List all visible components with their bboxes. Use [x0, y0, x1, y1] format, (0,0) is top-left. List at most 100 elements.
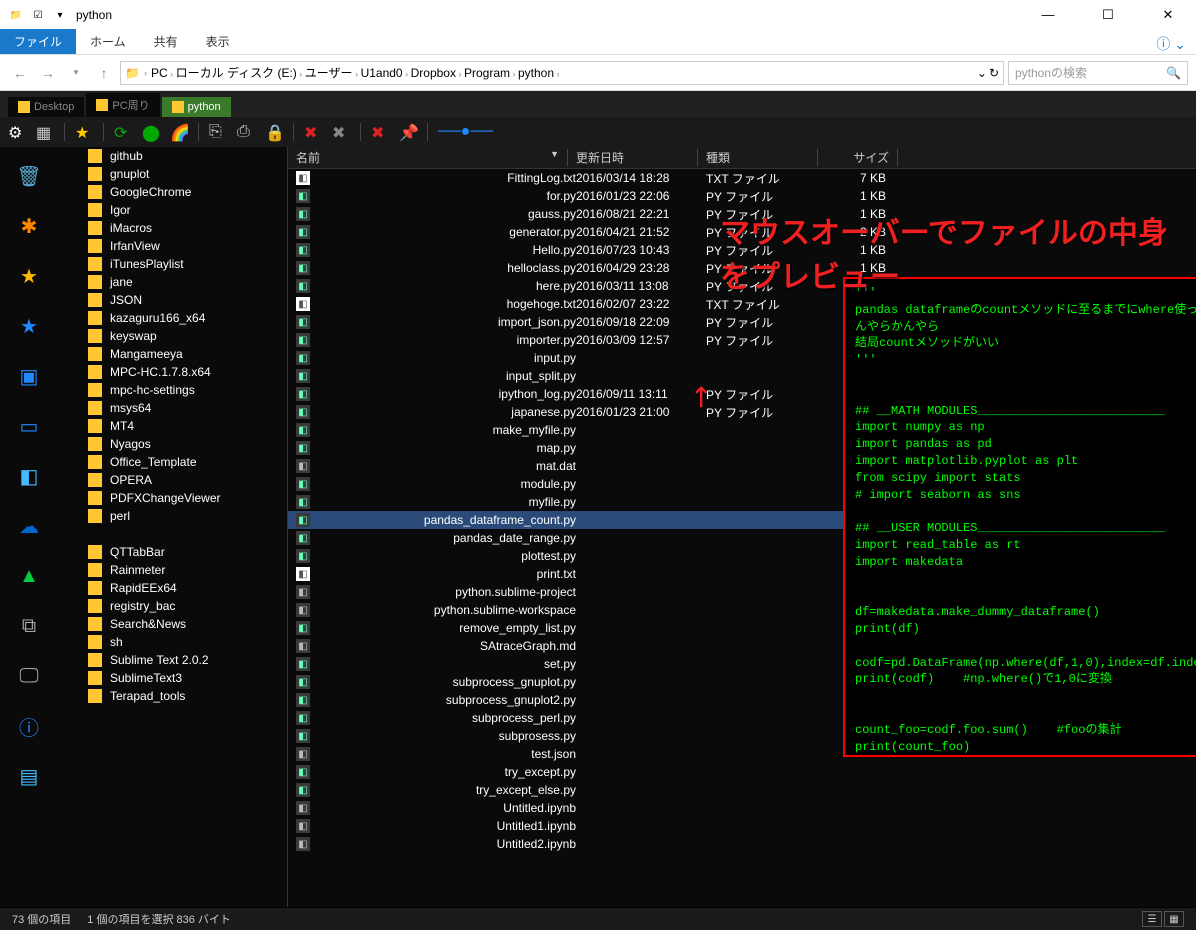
- file-row[interactable]: ◧Untitled.ipynb: [288, 799, 1196, 817]
- help-icon[interactable]: ⓘ ⌄: [1156, 34, 1186, 54]
- folder-tab[interactable]: python: [162, 97, 231, 117]
- nav-folder-item[interactable]: Rainmeter: [58, 561, 287, 579]
- folder-tab[interactable]: PC周り: [86, 93, 159, 117]
- breadcrumb-segment[interactable]: PC: [151, 66, 168, 80]
- nav-folder-item[interactable]: [58, 525, 287, 543]
- view-details-icon[interactable]: ☰: [1142, 911, 1162, 927]
- sidebar-app-icon[interactable]: ☁: [14, 511, 44, 541]
- nav-folder-item[interactable]: JSON: [58, 291, 287, 309]
- nav-folder-item[interactable]: Mangameeya: [58, 345, 287, 363]
- nav-folder-item[interactable]: mpc-hc-settings: [58, 381, 287, 399]
- nav-folder-item[interactable]: MT4: [58, 417, 287, 435]
- breadcrumb-segment[interactable]: ユーザー: [305, 66, 353, 80]
- nav-folder-item[interactable]: SublimeText3: [58, 669, 287, 687]
- folder-tab[interactable]: Desktop: [8, 97, 84, 117]
- sidebar-app-icon[interactable]: ▲: [14, 561, 44, 591]
- nav-folder-item[interactable]: RapidEEx64: [58, 579, 287, 597]
- sidebar-app-icon[interactable]: ✱: [14, 211, 44, 241]
- minimize-button[interactable]: —: [1028, 7, 1068, 23]
- close-button[interactable]: ✕: [1148, 7, 1188, 23]
- nav-folder-item[interactable]: OPERA: [58, 471, 287, 489]
- cut-icon[interactable]: ✖: [371, 123, 389, 141]
- nav-folder-item[interactable]: iMacros: [58, 219, 287, 237]
- delete-icon[interactable]: ✖: [304, 123, 322, 141]
- nav-folder-item[interactable]: QTTabBar: [58, 543, 287, 561]
- ribbon-tab-ホーム[interactable]: ホーム: [76, 29, 140, 54]
- nav-folder-item[interactable]: Nyagos: [58, 435, 287, 453]
- nav-folder-item[interactable]: jane: [58, 273, 287, 291]
- sidebar-app-icon[interactable]: ▤: [14, 761, 44, 791]
- nav-folder-item[interactable]: MPC-HC.1.7.8.x64: [58, 363, 287, 381]
- sidebar-app-icon[interactable]: ⧉: [14, 611, 44, 641]
- nav-folder-item[interactable]: Search&News: [58, 615, 287, 633]
- breadcrumb-segment[interactable]: python: [518, 66, 554, 80]
- nav-folder-item[interactable]: Terapad_tools: [58, 687, 287, 705]
- nav-panel[interactable]: githubgnuplotGoogleChromeIgoriMacrosIrfa…: [58, 147, 288, 907]
- delete-icon[interactable]: ✖: [332, 123, 350, 141]
- rainbow-icon[interactable]: 🌈: [170, 123, 188, 141]
- file-row[interactable]: ◧for.py2016/01/23 22:06PY ファイル1 KB: [288, 187, 1196, 205]
- nav-folder-item[interactable]: Sublime Text 2.0.2: [58, 651, 287, 669]
- nav-folder-item[interactable]: iTunesPlaylist: [58, 255, 287, 273]
- sidebar-app-icon[interactable]: ◧: [14, 461, 44, 491]
- nav-folder-item[interactable]: kazaguru166_x64: [58, 309, 287, 327]
- sidebar-app-icon[interactable]: ⓘ: [14, 711, 44, 741]
- nav-folder-item[interactable]: Office_Template: [58, 453, 287, 471]
- view-icons-icon[interactable]: ▦: [1164, 911, 1184, 927]
- file-row[interactable]: ◧try_except.py: [288, 763, 1196, 781]
- sidebar-app-icon[interactable]: ★: [14, 261, 44, 291]
- column-headers[interactable]: 名前▼ 更新日時 種類 サイズ: [288, 147, 1196, 169]
- copy-icon[interactable]: ⎘: [209, 123, 227, 141]
- nav-folder-item[interactable]: keyswap: [58, 327, 287, 345]
- nav-folder-item[interactable]: msys64: [58, 399, 287, 417]
- nav-folder-item[interactable]: gnuplot: [58, 165, 287, 183]
- sidebar-app-icon[interactable]: ▣: [14, 361, 44, 391]
- nav-folder-item[interactable]: github: [58, 147, 287, 165]
- nav-folder-item[interactable]: perl: [58, 507, 287, 525]
- sidebar-app-icon[interactable]: ▭: [14, 411, 44, 441]
- nav-folder-item[interactable]: sh: [58, 633, 287, 651]
- gear-icon[interactable]: ⚙: [8, 123, 26, 141]
- nav-folder-item[interactable]: registry_bac: [58, 597, 287, 615]
- dropdown-icon[interactable]: ▾: [64, 61, 88, 85]
- globe-icon[interactable]: ⬤: [142, 123, 160, 141]
- refresh-icon[interactable]: ↻: [989, 66, 999, 80]
- file-row[interactable]: ◧Untitled2.ipynb: [288, 835, 1196, 853]
- breadcrumb[interactable]: 📁 › PC › ローカル ディスク (E:) › ユーザー › U1and0 …: [120, 61, 1004, 85]
- breadcrumb-segment[interactable]: Program: [464, 66, 510, 80]
- nav-folder-item[interactable]: PDFXChangeViewer: [58, 489, 287, 507]
- col-date[interactable]: 更新日時: [568, 149, 698, 166]
- lock-icon[interactable]: 🔒: [265, 123, 283, 141]
- forward-button[interactable]: →: [36, 61, 60, 85]
- paste-icon[interactable]: ⎙: [237, 123, 255, 141]
- ribbon-tab-表示[interactable]: 表示: [192, 29, 244, 54]
- sidebar-app-icon[interactable]: 🖵: [14, 661, 44, 691]
- star-icon[interactable]: ★: [75, 123, 93, 141]
- ribbon-tab-共有[interactable]: 共有: [140, 29, 192, 54]
- col-type[interactable]: 種類: [698, 149, 818, 166]
- maximize-button[interactable]: ☐: [1088, 7, 1128, 23]
- breadcrumb-segment[interactable]: ローカル ディスク (E:): [176, 66, 297, 80]
- pin-icon[interactable]: 📌: [399, 123, 417, 141]
- slider-icon[interactable]: ──●──: [438, 123, 498, 141]
- file-row[interactable]: ◧try_except_else.py: [288, 781, 1196, 799]
- breadcrumb-segment[interactable]: U1and0: [361, 66, 403, 80]
- qat-icon[interactable]: ▾: [52, 7, 68, 23]
- file-row[interactable]: ◧FittingLog.txt2016/03/14 18:28TXT ファイル7…: [288, 169, 1196, 187]
- search-input[interactable]: pythonの検索 🔍: [1008, 61, 1188, 85]
- nav-folder-item[interactable]: IrfanView: [58, 237, 287, 255]
- back-button[interactable]: ←: [8, 61, 32, 85]
- nav-folder-item[interactable]: Igor: [58, 201, 287, 219]
- refresh-icon[interactable]: ⟳: [114, 123, 132, 141]
- up-button[interactable]: ↑: [92, 61, 116, 85]
- sidebar-app-icon[interactable]: ★: [14, 311, 44, 341]
- ribbon-tab-ファイル[interactable]: ファイル: [0, 29, 76, 54]
- col-name[interactable]: 名前: [296, 149, 320, 166]
- file-row[interactable]: ◧Untitled1.ipynb: [288, 817, 1196, 835]
- qat-icon[interactable]: ☑: [30, 7, 46, 23]
- dropdown-icon[interactable]: ⌄: [977, 66, 987, 80]
- sidebar-app-icon[interactable]: 🗑: [14, 161, 44, 191]
- panel-icon[interactable]: ▦: [36, 123, 54, 141]
- nav-folder-item[interactable]: GoogleChrome: [58, 183, 287, 201]
- col-size[interactable]: サイズ: [818, 149, 898, 166]
